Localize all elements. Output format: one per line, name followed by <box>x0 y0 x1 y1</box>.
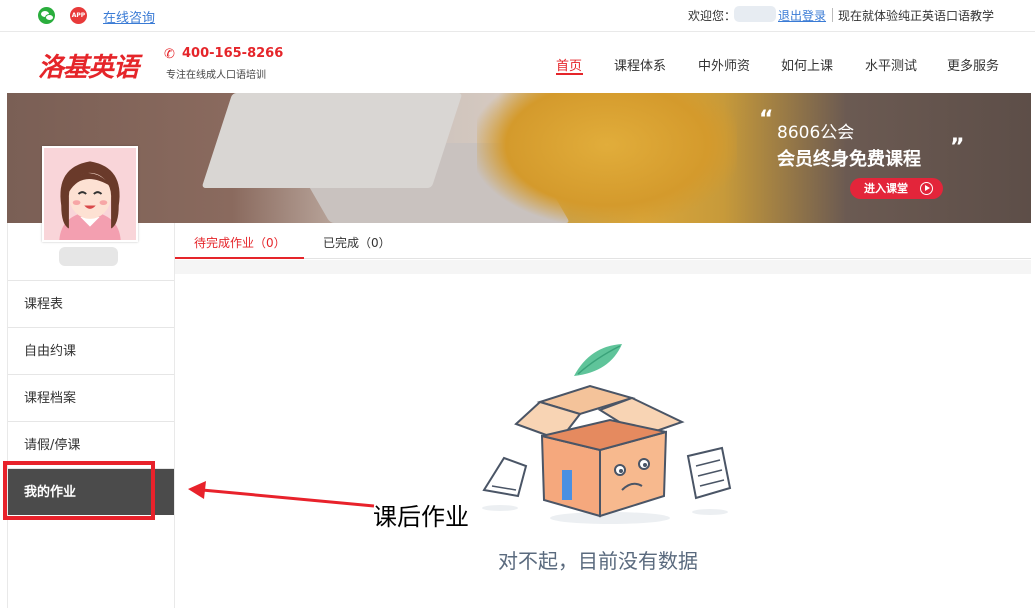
nav-how-to-attend[interactable]: 如何上课 <box>781 55 833 74</box>
annotation-arrow-icon <box>188 481 375 508</box>
app-icon[interactable]: APP <box>70 7 87 24</box>
enter-classroom-button[interactable]: 进入课堂 <box>850 178 943 199</box>
wechat-icon[interactable] <box>38 7 55 24</box>
enter-classroom-label: 进入课堂 <box>864 182 908 195</box>
promo-text[interactable]: 现在就体验纯正英语口语教学 <box>838 7 994 24</box>
banner-line2: 会员终身免费课程 <box>777 149 921 170</box>
promo-banner[interactable]: “ 8606公会 会员终身免费课程 ” 进入课堂 <box>7 93 1031 223</box>
annotation-highlight-box <box>3 461 155 520</box>
sidebar-item-course-records[interactable]: 课程档案 <box>8 374 174 421</box>
site-header: 洛基英语 ✆ 400-165-8266 专注在线成人口语培训 首页 课程体系 中… <box>0 33 1035 93</box>
welcome-label: 欢迎您： <box>688 9 737 23</box>
phone-number: 400-165-8266 <box>182 46 284 61</box>
nav-more-services[interactable]: 更多服务 <box>947 55 999 74</box>
play-icon <box>920 182 933 195</box>
nav-course-system[interactable]: 课程体系 <box>614 55 666 74</box>
avatar <box>42 146 138 242</box>
sidebar-item-free-booking[interactable]: 自由约课 <box>8 327 174 374</box>
empty-box-illustration <box>482 344 732 524</box>
top-utility-bar: APP 在线咨询 欢迎您： 退出登录 现在就体验纯正英语口语教学 <box>0 0 1035 32</box>
annotation-label: 课后作业 <box>373 503 469 531</box>
nav-teachers[interactable]: 中外师资 <box>698 55 750 74</box>
nav-home[interactable]: 首页 <box>556 55 582 74</box>
quote-open-icon: “ <box>759 107 774 132</box>
homework-tabs: 待完成作业（0） 已完成（0） <box>175 223 1031 259</box>
tab-active-indicator <box>175 257 304 259</box>
nav-active-indicator <box>556 73 583 75</box>
empty-state-message: 对不起，目前没有数据 <box>498 549 698 573</box>
banner-line1: 8606公会 <box>777 123 855 143</box>
slogan: 专注在线成人口语培训 <box>166 70 266 81</box>
username-redacted <box>734 6 776 22</box>
logout-link[interactable]: 退出登录 <box>778 7 826 24</box>
nav-level-test[interactable]: 水平测试 <box>865 55 917 74</box>
brand-logo[interactable]: 洛基英语 <box>38 47 139 84</box>
phone-icon: ✆ <box>164 47 175 62</box>
avatar-illustration <box>44 148 136 240</box>
content-divider <box>175 260 1031 274</box>
sidebar-item-schedule[interactable]: 课程表 <box>8 280 174 327</box>
quote-close-icon: ” <box>950 135 965 160</box>
online-consult-link[interactable]: 在线咨询 <box>103 7 155 26</box>
tab-completed[interactable]: 已完成（0） <box>323 234 391 251</box>
sweater-image <box>477 93 737 223</box>
divider <box>832 8 833 22</box>
laptop-screen-image <box>201 93 463 188</box>
tab-pending-homework[interactable]: 待完成作业（0） <box>194 234 286 251</box>
user-name-redacted <box>59 247 118 266</box>
